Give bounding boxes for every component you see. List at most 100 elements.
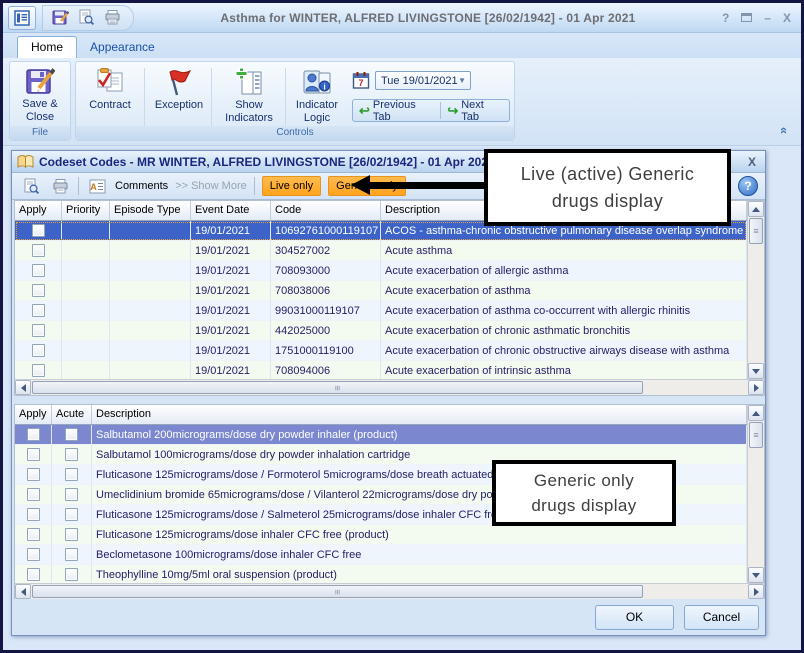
- tab-home[interactable]: Home: [17, 36, 77, 58]
- column-header-priority[interactable]: Priority: [62, 201, 110, 220]
- drugs-table-row[interactable]: Salbutamol 200micrograms/dose dry powder…: [15, 425, 747, 445]
- date-picker-combo[interactable]: Tue 19/01/2021 ▼: [375, 71, 471, 90]
- scroll-left-button[interactable]: [15, 380, 31, 395]
- codes-table-row[interactable]: 19/01/2021442025000Acute exacerbation of…: [15, 321, 747, 341]
- column-header-event-date[interactable]: Event Date: [191, 201, 271, 220]
- apply-checkbox[interactable]: [27, 488, 40, 501]
- print-preview-button[interactable]: [75, 8, 97, 28]
- codes-table-row[interactable]: 19/01/2021304527002Acute asthma: [15, 241, 747, 261]
- apply-checkbox[interactable]: [32, 264, 45, 277]
- save-close-button[interactable]: Save & Close: [15, 66, 65, 124]
- scrollbar-thumb[interactable]: ≡: [749, 422, 763, 448]
- acute-checkbox[interactable]: [65, 508, 78, 521]
- window-restore-button[interactable]: [741, 13, 752, 22]
- column-header-apply[interactable]: Apply: [15, 201, 62, 220]
- drugs-horizontal-scrollbar[interactable]: ≡: [15, 583, 764, 599]
- drugs-table-row[interactable]: Beclometasone 100micrograms/dose inhaler…: [15, 545, 747, 565]
- acute-checkbox[interactable]: [65, 528, 78, 541]
- comments-button[interactable]: A: [86, 176, 108, 196]
- svg-text:A: A: [90, 182, 97, 192]
- episode-type-cell: [110, 281, 191, 301]
- scroll-right-button[interactable]: [748, 584, 764, 599]
- column-header-description[interactable]: Description: [92, 405, 747, 424]
- indicator-logic-button[interactable]: i Indicator Logic: [288, 67, 346, 125]
- scroll-down-button[interactable]: [748, 567, 764, 583]
- dialog-help-button[interactable]: ?: [738, 176, 758, 196]
- contract-button[interactable]: Contract: [81, 67, 139, 112]
- codes-table-row[interactable]: 19/01/20211751000119100Acute exacerbatio…: [15, 341, 747, 361]
- apply-checkbox[interactable]: [32, 284, 45, 297]
- acute-checkbox[interactable]: [65, 428, 78, 441]
- codes-table-row[interactable]: 19/01/2021708094006Acute exacerbation of…: [15, 361, 747, 379]
- scroll-down-button[interactable]: [748, 363, 764, 379]
- apply-checkbox[interactable]: [27, 508, 40, 521]
- acute-checkbox[interactable]: [65, 448, 78, 461]
- codes-table-row[interactable]: 19/01/202199031000119107Acute exacerbati…: [15, 301, 747, 321]
- window-close-button[interactable]: X: [783, 11, 791, 25]
- callout-arrow-line: [369, 182, 484, 189]
- column-header-acute[interactable]: Acute: [52, 405, 92, 424]
- comments-label[interactable]: Comments: [115, 180, 168, 192]
- live-only-button[interactable]: Live only: [262, 176, 321, 196]
- episode-type-cell: [110, 241, 191, 261]
- scroll-up-button[interactable]: [748, 405, 764, 421]
- codes-horizontal-scrollbar[interactable]: ≡: [15, 379, 764, 395]
- apply-checkbox[interactable]: [27, 528, 40, 541]
- contract-icon: [95, 67, 125, 97]
- apply-checkbox[interactable]: [32, 224, 45, 237]
- dialog-print-preview-button[interactable]: [20, 176, 42, 196]
- apply-checkbox-cell: [15, 221, 62, 241]
- apply-checkbox[interactable]: [27, 448, 40, 461]
- next-tab-button[interactable]: ↪ Next Tab: [441, 100, 509, 121]
- scrollbar-thumb[interactable]: ≡: [32, 381, 643, 394]
- ribbon-collapse-button[interactable]: «: [777, 127, 792, 132]
- acute-checkbox[interactable]: [65, 568, 78, 581]
- window-help-button[interactable]: ?: [722, 11, 729, 25]
- exception-button[interactable]: Exception: [150, 67, 208, 112]
- scroll-left-button[interactable]: [15, 584, 31, 599]
- apply-checkbox[interactable]: [27, 548, 40, 561]
- app-menu-button[interactable]: [8, 6, 36, 30]
- acute-checkbox[interactable]: [65, 468, 78, 481]
- tab-appearance[interactable]: Appearance: [77, 37, 168, 58]
- show-more-button[interactable]: >> Show More: [175, 180, 247, 192]
- scroll-up-button[interactable]: [748, 201, 764, 217]
- codes-table-row[interactable]: 19/01/2021708038006Acute exacerbation of…: [15, 281, 747, 301]
- cancel-button[interactable]: Cancel: [684, 605, 759, 630]
- column-header-code[interactable]: Code: [271, 201, 381, 220]
- print-button[interactable]: [101, 8, 123, 28]
- apply-checkbox[interactable]: [32, 364, 45, 377]
- ok-button[interactable]: OK: [595, 605, 674, 630]
- scrollbar-thumb[interactable]: ≡: [32, 585, 643, 598]
- codes-table-row[interactable]: 19/01/2021708093000Acute exacerbation of…: [15, 261, 747, 281]
- scroll-right-button[interactable]: [748, 380, 764, 395]
- column-header-episode-type[interactable]: Episode Type: [110, 201, 191, 220]
- apply-checkbox[interactable]: [27, 468, 40, 481]
- show-indicators-button[interactable]: Show Indicators: [216, 67, 282, 125]
- acute-checkbox[interactable]: [65, 488, 78, 501]
- acute-checkbox[interactable]: [65, 548, 78, 561]
- print-icon: [52, 178, 69, 195]
- description-cell: Acute exacerbation of chronic asthmatic …: [381, 321, 747, 341]
- apply-checkbox[interactable]: [27, 428, 40, 441]
- drugs-table-row[interactable]: Fluticasone 125micrograms/dose inhaler C…: [15, 525, 747, 545]
- dialog-close-button[interactable]: X: [748, 155, 756, 169]
- column-header-apply[interactable]: Apply: [15, 405, 52, 424]
- apply-checkbox[interactable]: [32, 344, 45, 357]
- exception-label: Exception: [155, 99, 203, 112]
- apply-checkbox[interactable]: [32, 324, 45, 337]
- dialog-print-button[interactable]: [49, 176, 71, 196]
- show-indicators-icon: [234, 67, 264, 97]
- apply-checkbox[interactable]: [27, 568, 40, 581]
- drugs-table-row[interactable]: Theophylline 10mg/5ml oral suspension (p…: [15, 565, 747, 583]
- apply-checkbox[interactable]: [32, 244, 45, 257]
- apply-checkbox[interactable]: [32, 304, 45, 317]
- codes-vertical-scrollbar[interactable]: ≡: [747, 201, 764, 379]
- window-minimize-button[interactable]: –: [764, 11, 771, 25]
- save-button[interactable]: [49, 8, 71, 28]
- apply-checkbox-cell: [15, 341, 62, 361]
- scrollbar-thumb[interactable]: ≡: [749, 218, 763, 244]
- previous-tab-button[interactable]: ↩ Previous Tab: [353, 100, 440, 121]
- code-cell: 442025000: [271, 321, 381, 341]
- drugs-vertical-scrollbar[interactable]: ≡: [747, 405, 764, 583]
